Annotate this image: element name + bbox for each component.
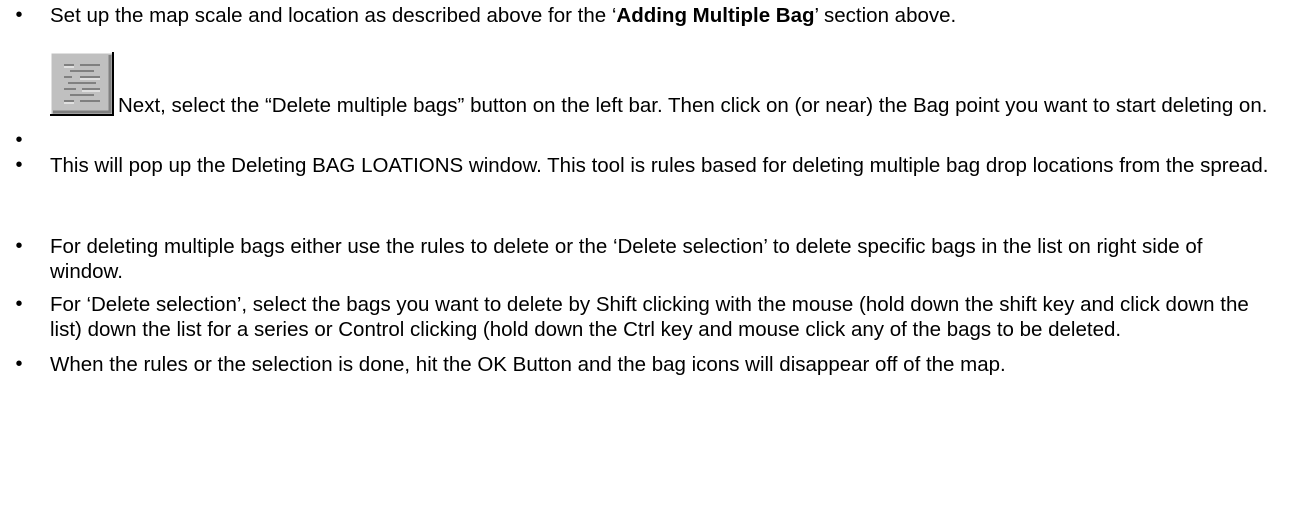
- section-reference-bold: Adding Multiple Bag: [616, 4, 815, 27]
- bullet-item-select-delete-tool: • Next, select the “Delete multiple bags…: [9, 52, 1280, 151]
- bullet-text-post: ’ section above.: [814, 4, 957, 27]
- delete-multiple-bags-tool-icon: [50, 52, 116, 118]
- bullet-item-delete-selection: • For ‘Delete selection’, select the bag…: [9, 292, 1280, 342]
- bullet-item-delete-options: • For deleting multiple bags either use …: [9, 234, 1280, 284]
- bullet-dot: •: [15, 235, 23, 257]
- bullet-item-map-setup: • Set up the map scale and location as d…: [9, 3, 1280, 28]
- bullet-text: Next, select the “Delete multiple bags” …: [118, 94, 1268, 117]
- bullet-dot: •: [15, 154, 23, 176]
- bullet-item-popup-window: • This will pop up the Deleting BAG LOAT…: [9, 153, 1280, 178]
- bullet-dot: •: [15, 353, 23, 375]
- bullet-dot: •: [15, 129, 23, 151]
- bullet-text-pre: Set up the map scale and location as des…: [50, 4, 617, 27]
- bullet-dot: •: [15, 4, 23, 26]
- document-page: • Set up the map scale and location as d…: [0, 0, 1296, 525]
- bullet-text: For deleting multiple bags either use th…: [50, 235, 1203, 283]
- bullet-item-confirm-ok: • When the rules or the selection is don…: [9, 352, 1280, 377]
- bullet-text: When the rules or the selection is done,…: [50, 353, 1006, 376]
- bullet-text: For ‘Delete selection’, select the bags …: [50, 293, 1249, 341]
- bullet-text: This will pop up the Deleting BAG LOATIO…: [50, 154, 1269, 177]
- bullet-dot: •: [15, 293, 23, 315]
